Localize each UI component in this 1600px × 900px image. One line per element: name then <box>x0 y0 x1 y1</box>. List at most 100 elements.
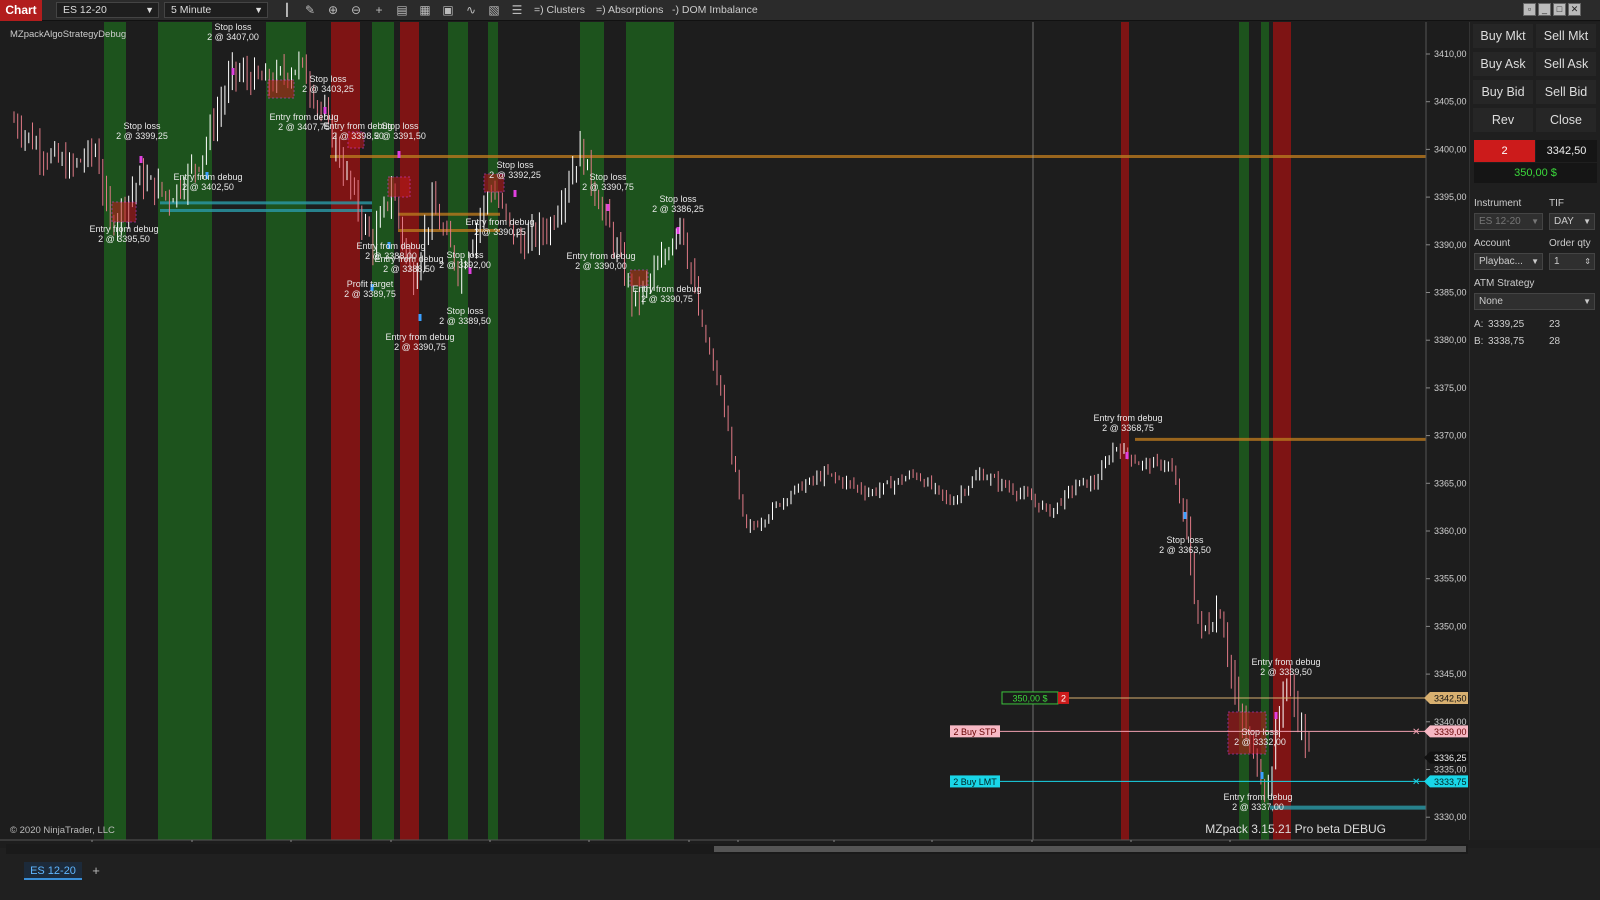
bar-type-icon[interactable]: ┃ <box>279 3 295 18</box>
trade-arrow <box>1260 772 1264 779</box>
absorptions-toggle[interactable]: =) Absorptions <box>596 3 663 18</box>
data-box-icon[interactable]: ▧ <box>486 3 502 18</box>
tile-icon[interactable]: ▫ <box>1523 3 1536 16</box>
buy-market-button[interactable]: Buy Mkt <box>1473 24 1533 48</box>
account-select-value: Playbac... <box>1479 256 1523 267</box>
trade-arrow <box>606 204 610 211</box>
indicators-icon[interactable]: ▣ <box>440 3 456 18</box>
reverse-button[interactable]: Rev <box>1473 108 1533 132</box>
annotation-price: 2 @ 3399,25 <box>116 131 168 141</box>
sell-bid-button[interactable]: Sell Bid <box>1536 80 1596 104</box>
close-position-button[interactable]: Close <box>1536 108 1596 132</box>
trade-arrow <box>1183 512 1187 519</box>
pnl-qty: 2 <box>1061 693 1066 703</box>
annotation-title: Stop loss <box>1166 535 1204 545</box>
instrument-label: Instrument <box>1474 198 1522 209</box>
tab-es-12-20[interactable]: ES 12-20 <box>24 862 82 880</box>
bid-size: 28 <box>1549 336 1561 347</box>
order-qty-stepper[interactable]: 1 ⇕ <box>1549 253 1595 270</box>
add-tab-button[interactable]: + <box>88 862 104 880</box>
account-select[interactable]: Playbac... ▼ <box>1474 253 1543 270</box>
annotation-title: Stop loss <box>1241 727 1279 737</box>
position-price-tag: 3342,50 <box>1434 693 1467 703</box>
annotation-title: Entry from debug <box>385 332 454 342</box>
session-zone <box>166 22 212 840</box>
annotation-title: Profit target <box>347 279 394 289</box>
price-tick-label: 3360,00 <box>1434 526 1467 536</box>
strategies-icon[interactable]: ∿ <box>463 3 479 18</box>
position-avg-price: 3342,50 <box>1536 140 1597 162</box>
session-zone <box>158 22 166 840</box>
chart-toolbar: Chart ES 12-20 ▼ 5 Minute ▼ ┃ ✎ ⊕ ⊖ + ▤ ▦ … <box>0 0 1600 21</box>
annotation-price: 2 @ 3386,25 <box>652 204 704 214</box>
instrument-selector[interactable]: ES 12-20 ▼ <box>56 2 159 18</box>
cancel-order-icon: ✕ <box>1412 727 1420 738</box>
instrument-field-value: ES 12-20 <box>1479 216 1521 227</box>
atm-strategy-select[interactable]: None ▼ <box>1474 293 1595 310</box>
session-zone <box>104 22 126 840</box>
price-chart[interactable]: Stop loss2 @ 3407,00Stop loss2 @ 3403,25… <box>0 22 1468 842</box>
trade-arrow <box>1274 712 1278 719</box>
annotation-title: Stop loss <box>446 306 484 316</box>
price-tick-label: 3385,00 <box>1434 288 1467 298</box>
zoom-in-icon[interactable]: ⊕ <box>325 3 341 18</box>
annotation-title: Stop loss <box>214 22 252 32</box>
session-zone <box>400 22 419 840</box>
annotation-price: 2 @ 3392,25 <box>489 170 541 180</box>
bid-price: 3338,75 <box>1488 336 1525 347</box>
price-tick-label: 3400,00 <box>1434 144 1467 154</box>
chevron-down-icon: ▼ <box>145 5 154 15</box>
clusters-toggle[interactable]: =) Clusters <box>534 3 585 18</box>
zoom-out-icon[interactable]: ⊖ <box>348 3 364 18</box>
trade-arrow <box>397 151 401 158</box>
position-pnl: 350,00 $ <box>1474 163 1597 183</box>
stepper-icon[interactable]: ⇕ <box>1584 254 1591 269</box>
trade-box <box>267 79 295 99</box>
trade-box <box>111 201 137 223</box>
chart-scrollbar[interactable] <box>6 844 1468 854</box>
properties-icon[interactable]: ▤ <box>394 3 410 18</box>
chart-panel[interactable]: Stop loss 2 @ 3407,00 Stop loss 2 @ 3403,25… <box>0 22 1468 842</box>
buy-bid-button[interactable]: Buy Bid <box>1473 80 1533 104</box>
trade-arrow <box>676 227 680 234</box>
chevron-down-icon: ▼ <box>254 5 263 15</box>
buy-ask-button[interactable]: Buy Ask <box>1473 52 1533 76</box>
sell-ask-button[interactable]: Sell Ask <box>1536 52 1596 76</box>
close-icon[interactable]: ✕ <box>1568 3 1581 16</box>
annotation-price: 2 @ 3392,00 <box>439 260 491 270</box>
price-tick-label: 3380,00 <box>1434 335 1467 345</box>
atm-strategy-label: ATM Strategy <box>1474 278 1535 289</box>
instrument-selector-value: ES 12-20 <box>63 4 107 16</box>
copyright-text: © 2020 NinjaTrader, LLC <box>10 825 115 836</box>
price-tick-label: 3345,00 <box>1434 669 1467 679</box>
annotation-title: Entry from debug <box>1223 792 1292 802</box>
order-qty-label: Order qty <box>1549 238 1591 249</box>
draw-tools-icon[interactable]: ✎ <box>302 3 318 18</box>
chart-trader-icon[interactable]: ☰ <box>509 3 525 18</box>
annotation-price: 2 @ 3389,75 <box>344 289 396 299</box>
instrument-field[interactable]: ES 12-20 ▼ <box>1474 213 1543 230</box>
annotation-price: 2 @ 3339,50 <box>1260 667 1312 677</box>
scrollbar-thumb[interactable] <box>714 846 1466 852</box>
interval-selector[interactable]: 5 Minute ▼ <box>164 2 268 18</box>
chart-trader-panel: Buy Mkt Sell Mkt Buy Ask Sell Ask Buy Bi… <box>1469 22 1600 840</box>
price-tick-label: 3355,00 <box>1434 574 1467 584</box>
limit-order-label: 2 Buy LMT <box>953 777 997 787</box>
maximize-icon[interactable]: □ <box>1553 3 1566 16</box>
tif-label: TIF <box>1549 198 1564 209</box>
bid-label: B: <box>1474 336 1484 347</box>
crosshair-icon[interactable]: + <box>371 3 387 18</box>
annotation-price: 2 @ 3388,50 <box>383 264 435 274</box>
app-label[interactable]: Chart <box>0 0 42 21</box>
minimize-icon[interactable]: _ <box>1538 3 1551 16</box>
order-lines: 350,00 $ 2 3342,50 2 Buy STP ✕ 3339,00 3336,25… <box>950 691 1468 788</box>
account-label: Account <box>1474 238 1511 249</box>
trade-box <box>387 176 411 198</box>
stop-order-label: 2 Buy STP <box>953 727 996 737</box>
sell-market-button[interactable]: Sell Mkt <box>1536 24 1596 48</box>
templates-icon[interactable]: ▦ <box>417 3 433 18</box>
tif-select[interactable]: DAY ▼ <box>1549 213 1595 230</box>
dom-imbalance-toggle[interactable]: -) DOM Imbalance <box>672 3 758 18</box>
annotation-price: 2 @ 3391,50 <box>374 131 426 141</box>
annotation-price: 2 @ 3390,75 <box>582 182 634 192</box>
